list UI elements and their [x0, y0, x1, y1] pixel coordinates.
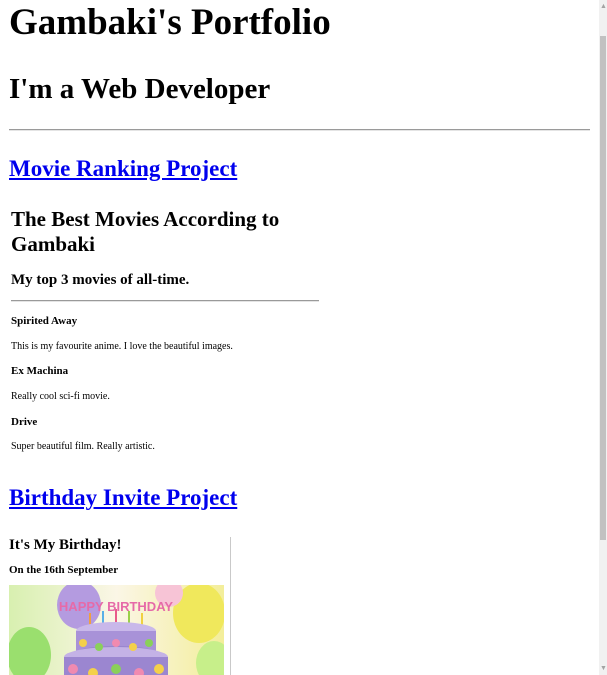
movie-ranking-iframe[interactable]: The Best Movies According to Gambaki My … — [9, 203, 321, 465]
movie-name: Spirited Away — [11, 315, 78, 327]
movie-name: Drive — [11, 416, 38, 428]
page-subtitle: I'm a Web Developer — [9, 73, 271, 105]
movie-description: Super beautiful film. Really artistic. — [11, 441, 155, 452]
portfolio-page: Gambaki's Portfolio I'm a Web Developer … — [0, 0, 599, 675]
birthday-invite-iframe[interactable]: It's My Birthday! On the 16th September — [0, 537, 231, 675]
birthday-invite-project-link[interactable]: Birthday Invite Project — [9, 484, 237, 512]
movie-page-subtitle: My top 3 movies of all-time. — [11, 272, 190, 288]
scroll-down-arrow-icon[interactable]: ▼ — [600, 662, 607, 674]
header-divider — [9, 129, 590, 131]
scroll-up-arrow-icon[interactable]: ▲ — [600, 0, 607, 12]
birthday-title: It's My Birthday! — [9, 537, 122, 553]
birthday-cake-image: HAPPY BIRTHDAY — [9, 585, 224, 675]
movie-description: This is my favourite anime. I love the b… — [11, 341, 233, 352]
scrollbar-thumb[interactable] — [600, 36, 606, 540]
cake-greeting-text: HAPPY BIRTHDAY — [59, 599, 173, 614]
movie-divider — [11, 300, 319, 302]
movie-description: Really cool sci-fi movie. — [11, 391, 110, 402]
birthday-date: On the 16th September — [9, 564, 119, 576]
movie-page-title: The Best Movies According to Gambaki — [11, 207, 280, 256]
movie-name: Ex Machina — [11, 365, 69, 377]
page-scrollbar[interactable]: ▲ ▼ — [599, 0, 607, 675]
movie-ranking-project-link[interactable]: Movie Ranking Project — [9, 155, 237, 183]
page-title: Gambaki's Portfolio — [9, 2, 331, 43]
